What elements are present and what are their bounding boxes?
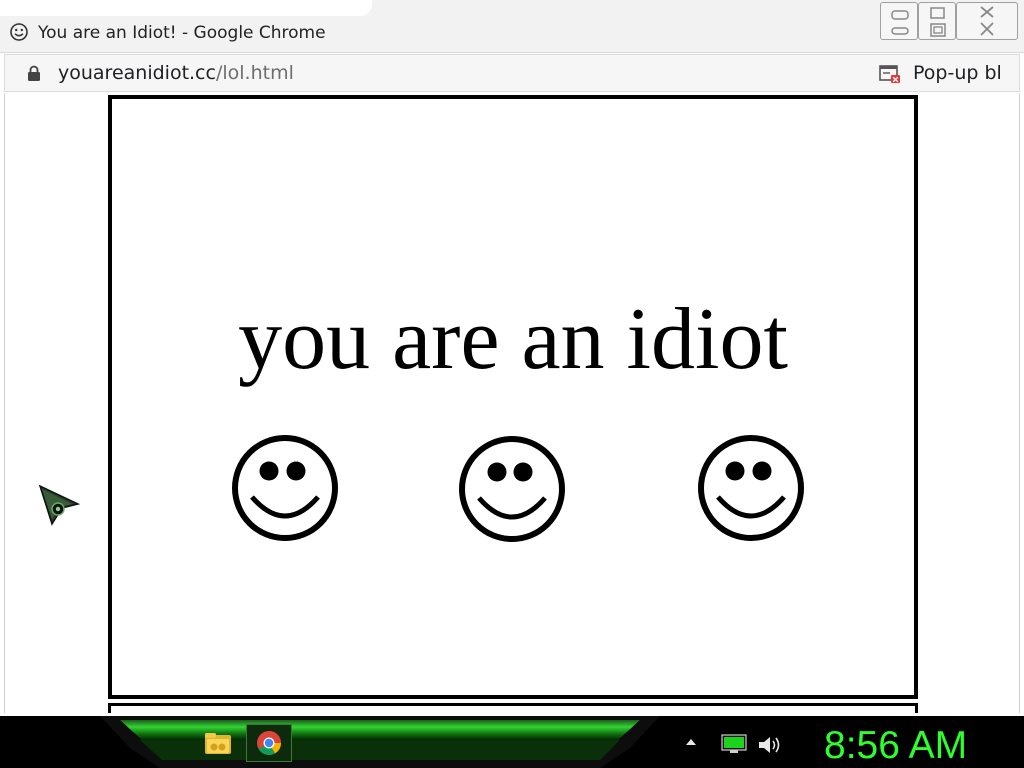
volume-icon[interactable] [757,734,783,756]
chrome-taskbar-button[interactable] [246,724,292,762]
taskbar-clock[interactable]: 8:56 AM [824,724,967,768]
popup-blocked-icon[interactable] [879,64,901,84]
smiley-icon [10,23,28,41]
close-icon [980,6,994,36]
window-title: You are an Idiot! - Google Chrome [38,23,326,43]
tab-strip-remnant [0,0,372,16]
smiley-face-icon [459,436,565,542]
second-frame-edge [108,703,918,713]
busy-cursor-icon [38,484,80,526]
chrome-icon [257,731,281,756]
popup-blocked-label[interactable]: Pop-up bl [913,62,1002,84]
tray-expand-icon[interactable] [685,738,697,746]
idiot-message: you are an idiot [238,291,788,388]
address-bar[interactable]: youareanidiot.cc/lol.html Pop-up bl [4,54,1020,92]
taskbar-gloss [100,716,660,768]
minimize-button[interactable] [880,2,918,40]
url-path: /lol.html [215,62,294,84]
monitor-icon[interactable] [721,734,747,754]
smiley-face-icon [698,435,804,541]
maximize-button[interactable] [918,2,956,40]
smiley-face-icon [232,435,338,541]
idiot-frame: you are an idiot [108,95,918,699]
lock-icon [28,65,40,81]
title-bar: You are an Idiot! - Google Chrome [0,0,1024,53]
minimize-icon [891,10,909,35]
url-text[interactable]: youareanidiot.cc/lol.html [58,62,294,84]
url-domain: youareanidiot.cc [58,62,216,84]
folder-icon[interactable] [204,730,232,756]
close-button[interactable] [956,2,1018,40]
restore-icon [930,7,946,37]
window-controls [880,0,1018,42]
